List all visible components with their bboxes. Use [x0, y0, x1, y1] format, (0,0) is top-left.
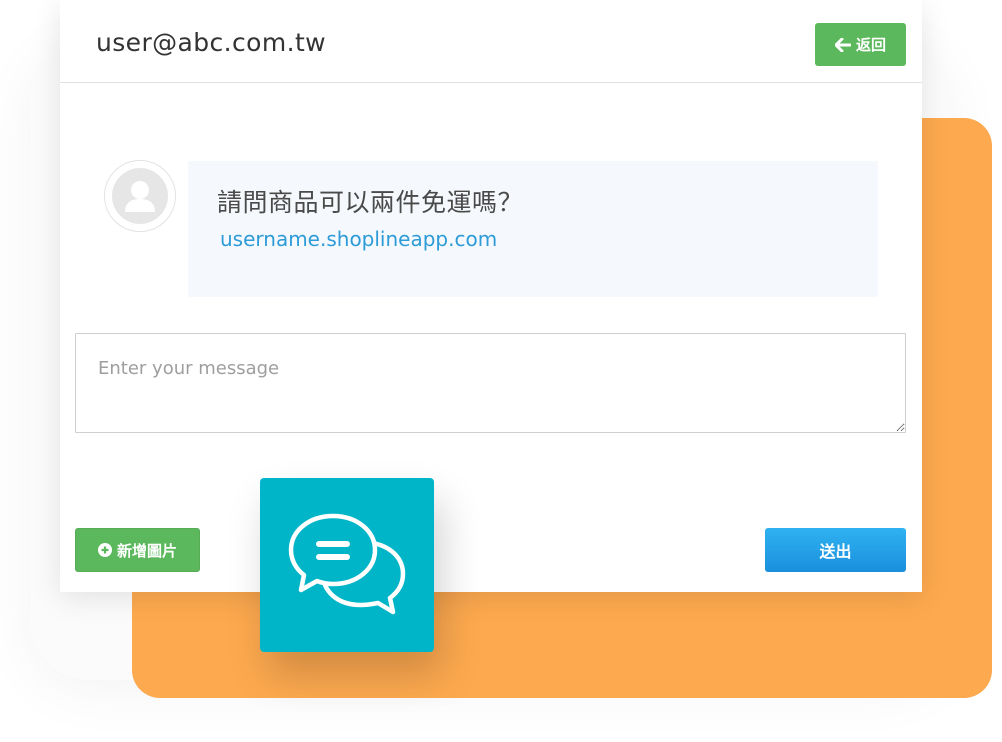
- chat-bubbles-tile: [260, 478, 434, 652]
- message-link[interactable]: username.shoplineapp.com: [220, 227, 497, 251]
- send-button[interactable]: 送出: [765, 528, 906, 572]
- user-email: user@abc.com.tw: [96, 28, 326, 57]
- add-image-label: 新增圖片: [116, 542, 177, 560]
- chat-card: user@abc.com.tw 返回 請問商品可以兩件免運嗎？ username…: [60, 0, 922, 592]
- avatar: [104, 160, 176, 232]
- back-button-label: 返回: [855, 37, 886, 54]
- chat-bubbles-icon: [288, 513, 406, 615]
- plus-circle-icon: [97, 543, 112, 557]
- user-avatar-icon: [112, 168, 168, 224]
- back-button[interactable]: 返回: [815, 23, 906, 66]
- message-bubble: 請問商品可以兩件免運嗎？ username.shoplineapp.com: [188, 161, 878, 297]
- add-image-button[interactable]: 新增圖片: [75, 528, 200, 572]
- message-input[interactable]: [75, 333, 906, 433]
- arrow-left-icon: [834, 37, 851, 52]
- message-text: 請問商品可以兩件免運嗎？: [217, 188, 524, 217]
- chat-header: user@abc.com.tw 返回: [60, 0, 922, 83]
